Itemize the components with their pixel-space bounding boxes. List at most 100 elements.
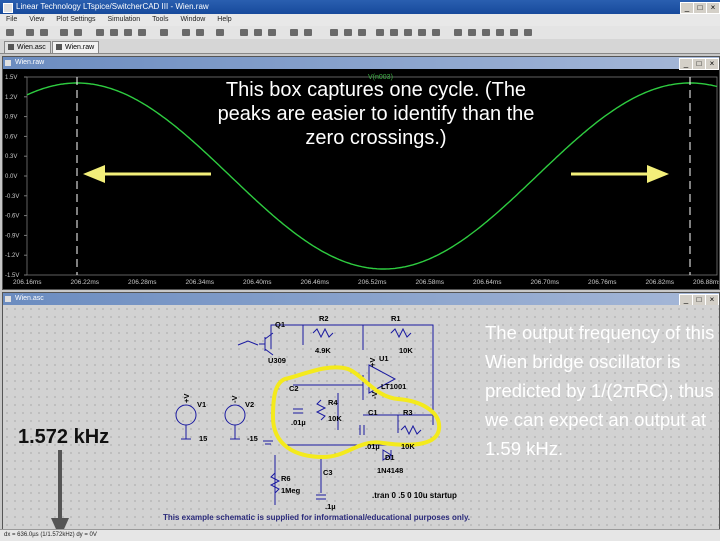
component-icon[interactable] [432,29,440,36]
ground-icon[interactable] [344,29,352,36]
wire[interactable] [237,340,259,346]
label-u1: U1 [379,354,389,363]
tile-icon[interactable] [182,29,190,36]
capacitor-c1[interactable] [359,425,365,435]
status-text: dx = 636.0µs (1/1.572kHz) dy = 0V [4,532,97,538]
label-c3-value: .1µ [325,502,336,511]
zoom-in-icon[interactable] [96,29,104,36]
close-window-icon[interactable] [216,29,224,36]
capacitor-c2[interactable] [293,408,303,414]
x-tick-label: 206.52ms [358,279,387,286]
resistor-r4[interactable] [315,399,327,421]
label-r3: R3 [403,408,413,417]
x-tick-label: 206.46ms [301,279,330,286]
y-tick-label: -0.9V [5,233,19,239]
autorange-icon[interactable] [160,29,168,36]
y-tick-label: -1.2V [5,253,19,259]
print-icon[interactable] [304,29,312,36]
paste-icon[interactable] [268,29,276,36]
tab-wien-asc[interactable]: Wien.asc [4,41,51,53]
label-c1: C1 [368,408,378,417]
find-icon[interactable] [290,29,298,36]
run-icon[interactable] [60,29,68,36]
label-r1: R1 [391,314,401,323]
voltage-source-v2[interactable] [224,404,246,426]
zoom-fit-icon[interactable] [138,29,146,36]
tab-wien-raw[interactable]: Wien.raw [52,41,100,53]
y-tick-label: 1.5V [5,75,17,81]
resistor-r1[interactable] [390,327,412,339]
label-r3-value: 10K [401,442,415,451]
label-c1-value: .01µ [365,442,380,451]
close-button[interactable]: × [706,2,720,14]
menu-file[interactable]: File [6,16,17,23]
voltage-source-v1[interactable] [175,404,197,426]
tab-label: Wien.asc [17,44,46,51]
cycle-annotation: This box captures one cycle. (The peaks … [217,79,535,149]
label-opamp-plus-v: +V [368,358,377,367]
app-icon [3,3,13,13]
label-r2-value: 4.9K [315,346,331,355]
schematic-window-titlebar[interactable]: Wien.asc _ □ × [3,293,719,306]
menu-simulation[interactable]: Simulation [108,16,141,23]
menu-tools[interactable]: Tools [152,16,168,23]
maximize-button[interactable]: □ [693,2,707,14]
zoom-out-icon[interactable] [124,29,132,36]
spice-directive[interactable]: .tran 0 .5 0 10u startup [372,491,457,500]
y-tick-label: 0.3V [5,154,17,160]
text-icon[interactable] [510,29,518,36]
y-tick-label: 1.2V [5,95,17,101]
down-arrow [51,450,69,538]
capacitor-icon[interactable] [390,29,398,36]
diode-icon[interactable] [418,29,426,36]
new-icon[interactable] [6,29,14,36]
resistor-icon[interactable] [376,29,384,36]
x-tick-label: 206.28ms [128,279,157,286]
label-q1: Q1 [275,320,285,329]
menu-window[interactable]: Window [180,16,205,23]
wire-icon[interactable] [330,29,338,36]
label-v2: V2 [245,400,254,409]
inductor-icon[interactable] [404,29,412,36]
x-tick-label: 206.22ms [71,279,100,286]
menu-plot-settings[interactable]: Plot Settings [56,16,95,23]
resistor-r3[interactable] [400,424,422,436]
label-r6-value: 1Meg [281,486,301,495]
label-minus-v: -V [230,396,239,404]
label-r6: R6 [281,474,291,483]
x-tick-label: 206.82ms [646,279,675,286]
label-d1-value: 1N4148 [377,466,403,475]
x-tick-label: 206.70ms [531,279,560,286]
schematic-icon [5,296,11,302]
x-tick-label: 206.76ms [588,279,617,286]
disclaimer-text: This example schematic is supplied for i… [163,513,471,522]
spice-directive-icon[interactable] [524,29,532,36]
minimize-button[interactable]: _ [680,2,694,14]
ground[interactable] [263,440,273,445]
save-icon[interactable] [40,29,48,36]
window-title: Linear Technology LTspice/SwitcherCAD II… [16,2,209,11]
redo-icon[interactable] [496,29,504,36]
move-icon[interactable] [454,29,462,36]
resistor-r2[interactable] [312,327,334,339]
open-icon[interactable] [26,29,34,36]
cascade-icon[interactable] [196,29,204,36]
zoom-pan-icon[interactable] [110,29,118,36]
label-r2: R2 [319,314,329,323]
capacitor-c3[interactable] [316,494,326,500]
undo-icon[interactable] [482,29,490,36]
copy-icon[interactable] [254,29,262,36]
menu-view[interactable]: View [29,16,44,23]
waveform-icon [5,60,11,66]
halt-icon[interactable] [74,29,82,36]
label-icon[interactable] [358,29,366,36]
tab-bar: Wien.asc Wien.raw [0,39,720,54]
frequency-note: The output frequency of this Wien bridge… [485,322,715,459]
y-tick-label: 0.0V [5,174,17,180]
menu-help[interactable]: Help [217,16,231,23]
ground[interactable] [181,425,240,440]
waveform-window-titlebar[interactable]: Wien.raw _ □ × [3,57,719,70]
cut-icon[interactable] [240,29,248,36]
drag-icon[interactable] [468,29,476,36]
toolbar [0,26,720,40]
